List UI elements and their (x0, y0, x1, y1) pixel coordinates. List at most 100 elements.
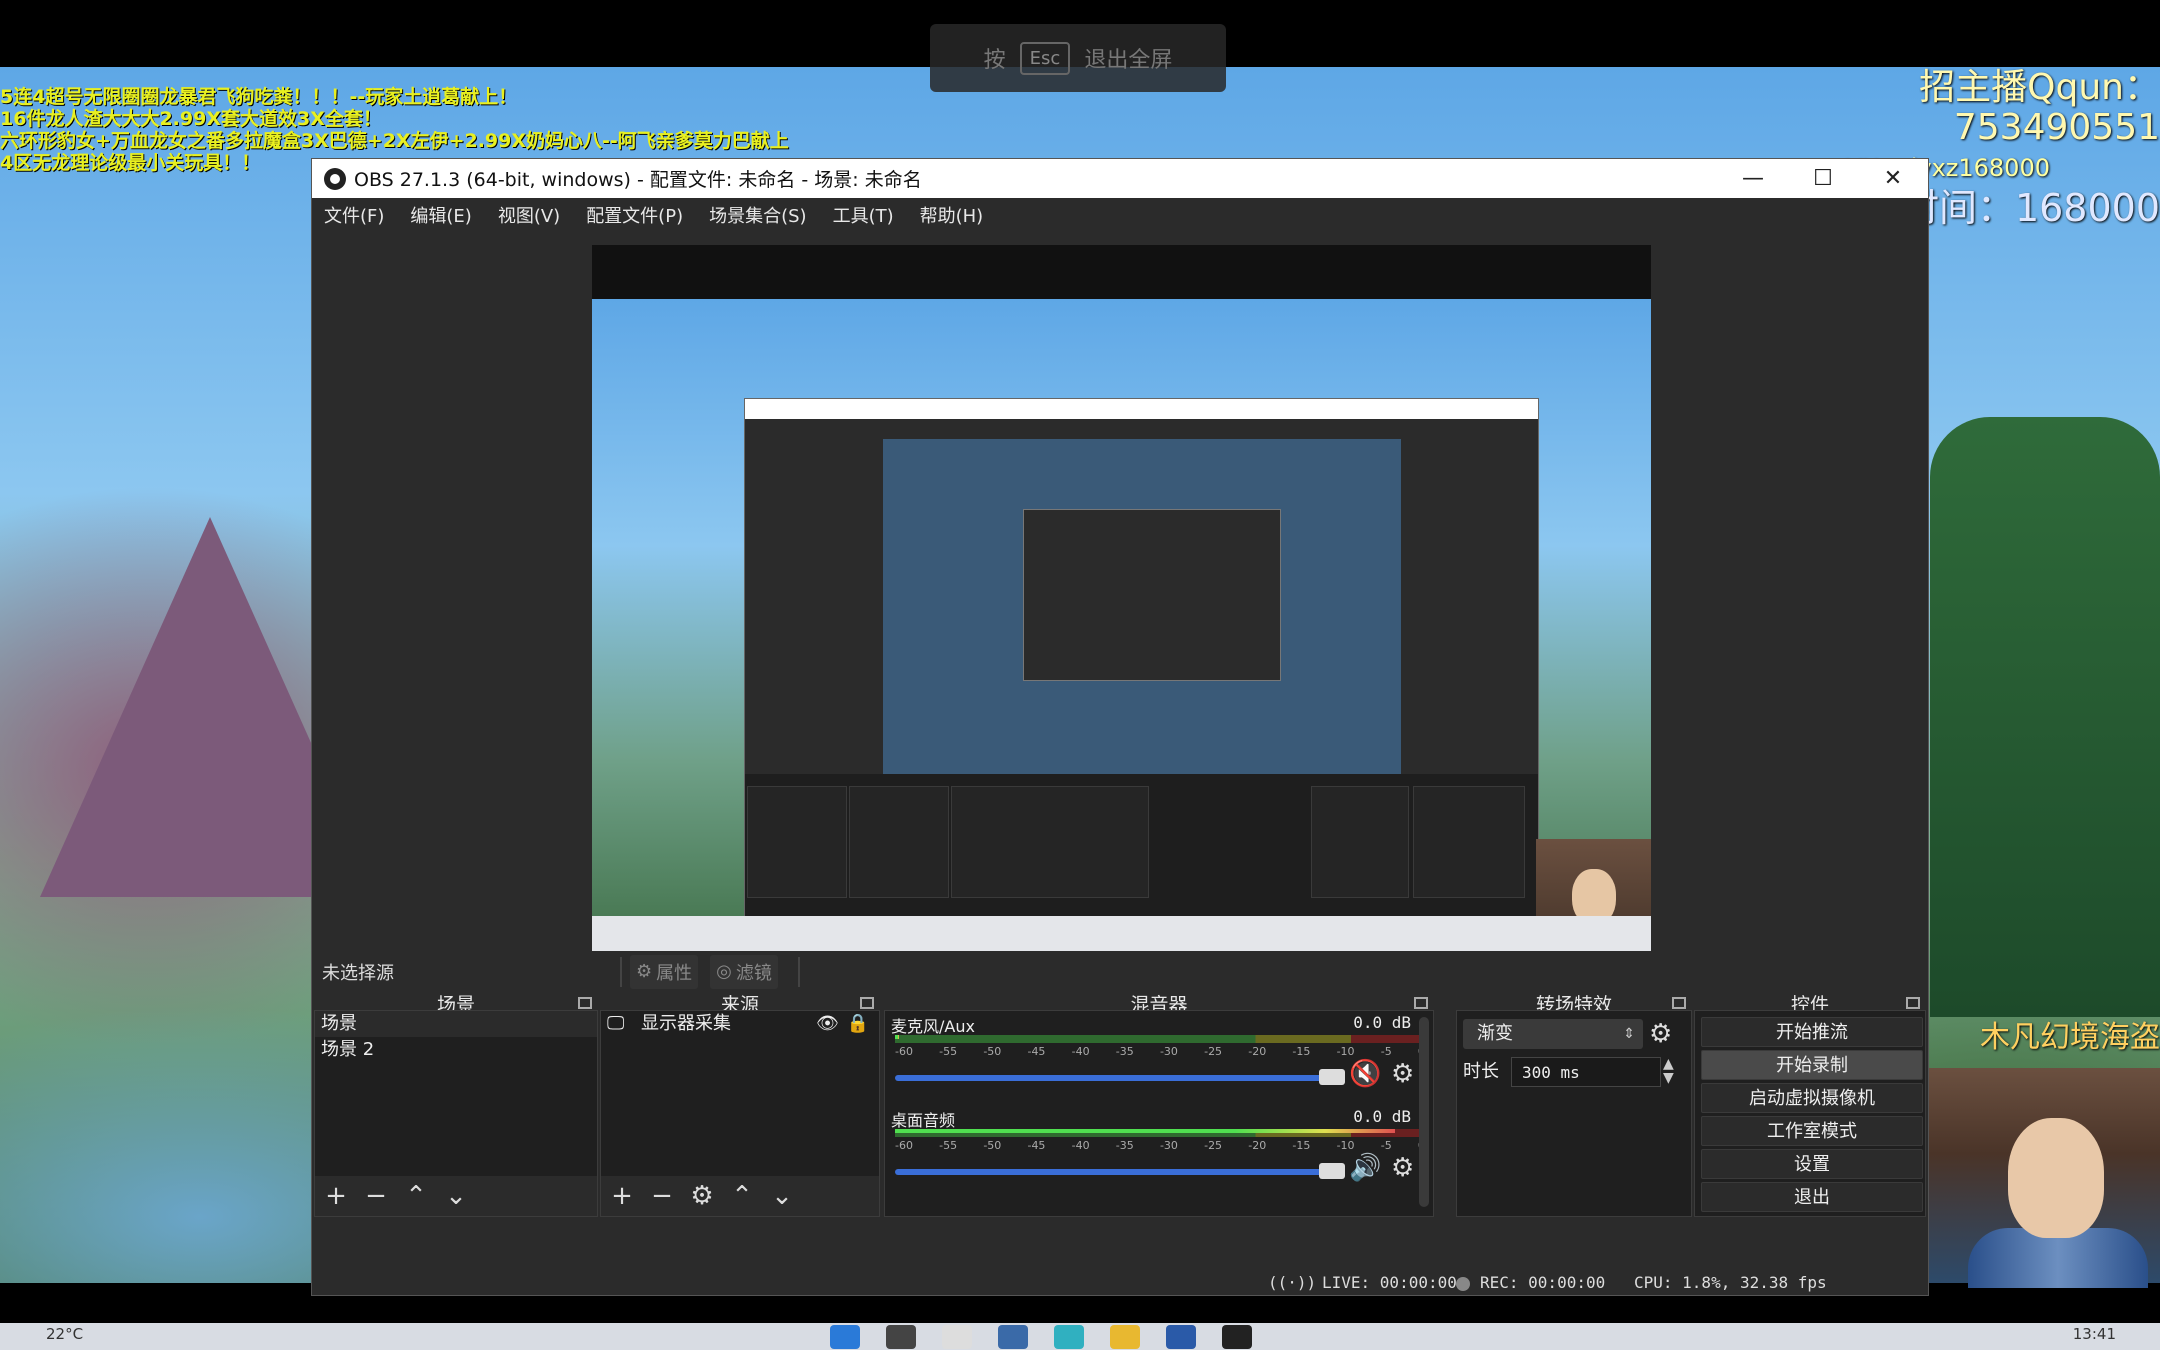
preview-scene (592, 299, 1651, 951)
channel-name: 桌面音频 (891, 1111, 956, 1130)
scene-item[interactable]: 场景 (315, 1011, 597, 1037)
move-up-icon[interactable]: ⌃ (403, 1181, 429, 1211)
obs-window: OBS 27.1.3 (64-bit, windows) - 配置文件: 未命名… (311, 158, 1929, 1296)
add-icon[interactable]: + (609, 1181, 635, 1211)
start-streaming-button[interactable]: 开始推流 (1701, 1017, 1923, 1047)
add-icon[interactable]: + (323, 1181, 349, 1211)
close-button[interactable]: ✕ (1858, 159, 1928, 198)
undock-icon[interactable] (578, 997, 592, 1009)
transition-select[interactable]: 渐变 ⇕ (1463, 1019, 1643, 1049)
duration-stepper[interactable]: ▲ ▼ (1663, 1057, 1674, 1085)
volume-slider[interactable] (895, 1069, 1345, 1085)
danmaku-line: 六环形豹女+万血龙女之番多拉魔盒3X巴德+2X左伊+2.99X奶妈心八--阿飞亲… (0, 130, 789, 152)
source-name: 显示器采集 (641, 1013, 731, 1034)
menu-edit[interactable]: 编辑(E) (410, 202, 471, 228)
remove-icon[interactable]: − (649, 1181, 675, 1211)
properties-button[interactable]: ⚙ 属性 (630, 954, 699, 989)
settings-button[interactable]: 设置 (1701, 1149, 1923, 1179)
tick-label: -15 (1292, 1139, 1311, 1152)
menu-file[interactable]: 文件(F) (324, 202, 384, 228)
rec-dot-icon (1456, 1277, 1470, 1291)
fullscreen-exit-hint: 按 Esc 退出全屏 (930, 24, 1226, 92)
volume-meter (895, 1035, 1425, 1043)
qq-line: 招主播Qqun：753490551 (1919, 67, 2160, 148)
slider-handle[interactable] (1319, 1069, 1345, 1085)
filters-button[interactable]: ◎ 滤镜 (710, 954, 778, 989)
source-toolbar: 未选择源 ⚙ 属性 ◎ 滤镜 (312, 951, 1928, 992)
duration-input[interactable]: 300 ms (1511, 1057, 1661, 1087)
controls-dock: 开始推流 开始录制 启动虚拟摄像机 工作室模式 设置 退出 (1694, 1010, 1926, 1217)
gear-icon: ⚙ (636, 961, 653, 982)
tick-label: -60 (895, 1045, 913, 1058)
undock-icon[interactable] (860, 997, 874, 1009)
move-up-icon[interactable]: ⌃ (729, 1181, 755, 1211)
esc-key-icon: Esc (1019, 41, 1071, 75)
divider (620, 956, 622, 987)
widgets-icon[interactable] (998, 1325, 1028, 1349)
move-down-icon[interactable]: ⌄ (443, 1181, 469, 1211)
slider-handle[interactable] (1319, 1163, 1345, 1179)
store-icon[interactable] (1166, 1325, 1196, 1349)
minimize-button[interactable]: — (1718, 159, 1788, 198)
clock[interactable]: 13:41 (2073, 1325, 2116, 1343)
maximize-button[interactable]: ☐ (1788, 159, 1858, 198)
start-icon[interactable] (830, 1325, 860, 1349)
gear-icon[interactable]: ⚙ (1391, 1153, 1414, 1183)
person-face (2008, 1118, 2104, 1238)
tick-label: -45 (1027, 1139, 1046, 1152)
gear-icon[interactable]: ⚙ (1391, 1059, 1414, 1089)
edge-icon[interactable] (1054, 1325, 1084, 1349)
studio-mode-button[interactable]: 工作室模式 (1701, 1116, 1923, 1146)
search-icon[interactable] (886, 1325, 916, 1349)
eye-icon[interactable]: 👁 (816, 1011, 839, 1037)
exit-button[interactable]: 退出 (1701, 1182, 1923, 1212)
menu-tools[interactable]: 工具(T) (833, 202, 894, 228)
preview-docks (745, 774, 1538, 924)
filter-icon: ◎ (716, 961, 732, 982)
live-status: LIVE: 00:00:00 (1322, 1273, 1457, 1292)
meter-level (895, 1035, 899, 1039)
updown-chevron-icon: ⇕ (1623, 1026, 1635, 1042)
scene-item[interactable]: 场景 2 (315, 1037, 597, 1063)
move-down-icon[interactable]: ⌄ (769, 1181, 795, 1211)
live-indicator-icon: ((·)) (1268, 1273, 1317, 1292)
muted-speaker-icon[interactable]: 🔇 (1349, 1059, 1381, 1089)
folder-icon[interactable] (1110, 1325, 1140, 1349)
weather-widget[interactable]: 22°C (46, 1325, 83, 1343)
window-title: OBS 27.1.3 (64-bit, windows) - 配置文件: 未命名… (354, 169, 922, 191)
remove-icon[interactable]: − (363, 1181, 389, 1211)
volume-slider[interactable] (895, 1163, 1345, 1179)
gear-icon[interactable]: ⚙ (689, 1181, 715, 1211)
menu-profile[interactable]: 配置文件(P) (586, 202, 683, 228)
menu-bar: 文件(F) 编辑(E) 视图(V) 配置文件(P) 场景集合(S) 工具(T) … (312, 198, 1928, 232)
hint-press: 按 (983, 48, 1006, 73)
preview-nested-capture-2 (1023, 509, 1281, 681)
start-virtual-camera-button[interactable]: 启动虚拟摄像机 (1701, 1083, 1923, 1113)
monitor-icon: 🖵 (607, 1013, 625, 1034)
tick-label: -20 (1248, 1139, 1267, 1152)
gear-icon[interactable]: ⚙ (1649, 1019, 1672, 1049)
divider (797, 956, 800, 987)
preview-dock (1311, 786, 1409, 898)
preview-canvas[interactable] (592, 245, 1651, 951)
duration-row: 时长 300 ms (1463, 1057, 1663, 1087)
preview-dock (951, 786, 1149, 898)
preview-taskbar (592, 916, 1651, 951)
tick-label: -5 (1380, 1139, 1392, 1152)
obs-taskbar-icon[interactable] (1222, 1325, 1252, 1349)
menu-help[interactable]: 帮助(H) (920, 202, 984, 228)
undock-icon[interactable] (1672, 997, 1686, 1009)
start-recording-button[interactable]: 开始录制 (1701, 1050, 1923, 1080)
undock-icon[interactable] (1414, 997, 1428, 1009)
lock-icon[interactable]: 🔒 (847, 1011, 869, 1037)
task-view-icon[interactable] (942, 1325, 972, 1349)
tick-label: -10 (1336, 1139, 1355, 1152)
mixer-scrollbar[interactable] (1419, 1017, 1429, 1207)
undock-icon[interactable] (1906, 997, 1920, 1009)
source-item[interactable]: 🖵 显示器采集 👁 🔒 (601, 1011, 879, 1037)
menu-view[interactable]: 视图(V) (498, 202, 560, 228)
hint-exit: 退出全屏 (1084, 48, 1173, 73)
menu-scene-collection[interactable]: 场景集合(S) (709, 202, 806, 228)
speaker-icon[interactable]: 🔊 (1349, 1153, 1381, 1183)
scenes-dock: 场景 场景 2 + − ⌃ ⌄ (314, 1010, 598, 1217)
